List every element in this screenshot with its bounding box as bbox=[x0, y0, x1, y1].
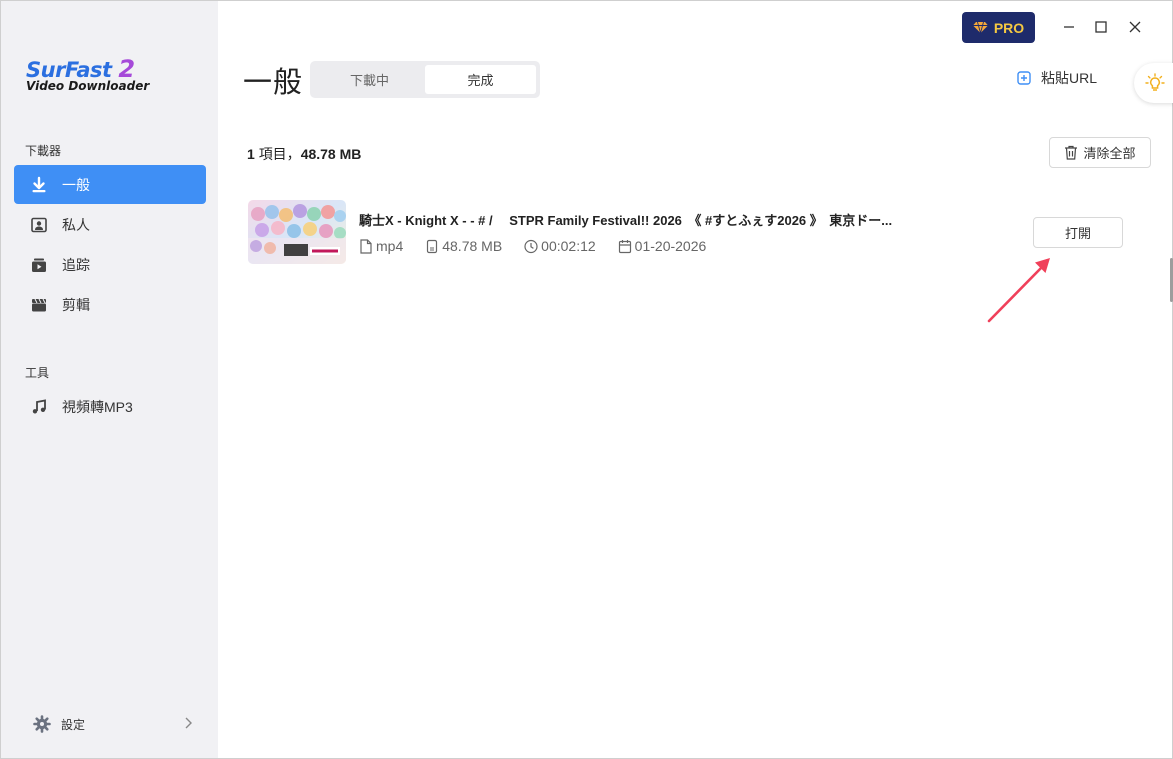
sidebar-item-private[interactable]: 私人 bbox=[14, 205, 206, 244]
video-date: 01-20-2026 bbox=[634, 238, 707, 254]
annotation-arrow-icon bbox=[987, 258, 1050, 323]
sidebar-item-label: 視頻轉MP3 bbox=[62, 398, 133, 415]
sidebar-item-edit[interactable]: 剪輯 bbox=[14, 285, 206, 324]
tips-button[interactable] bbox=[1134, 63, 1173, 103]
sidebar-item-label: 一般 bbox=[62, 176, 90, 193]
maximize-button[interactable] bbox=[1091, 17, 1111, 37]
page-title: 一般 bbox=[243, 65, 304, 99]
tab-completed[interactable]: 完成 bbox=[425, 65, 536, 94]
section-title-downloader: 下載器 bbox=[25, 144, 62, 158]
music-note-icon bbox=[30, 398, 48, 416]
minimize-button[interactable] bbox=[1059, 17, 1079, 37]
download-arrow-icon bbox=[30, 176, 48, 194]
item-total-size: 48.78 MB bbox=[300, 146, 362, 162]
paste-url-label: 粘貼URL bbox=[1041, 70, 1098, 86]
logo-subtitle: Video Downloader bbox=[26, 79, 150, 93]
sidebar-item-general[interactable]: 一般 bbox=[14, 165, 206, 204]
close-button[interactable] bbox=[1125, 17, 1145, 37]
video-size: 48.78 MB bbox=[442, 238, 503, 254]
lightbulb-icon bbox=[1145, 73, 1165, 91]
item-count: 1 項目，48.78 MB bbox=[247, 144, 361, 164]
chevron-right-icon bbox=[185, 717, 192, 729]
private-icon bbox=[30, 216, 48, 234]
item-count-text: 項目， bbox=[258, 146, 301, 162]
sidebar: SurFast 2 Video Downloader 下載器 一般 私人 追踪 bbox=[1, 1, 218, 758]
trash-icon bbox=[1065, 145, 1078, 160]
video-metadata: mp4 48.78 MB 00:02:12 01-20-2026 bbox=[359, 238, 728, 254]
pro-upgrade-button[interactable]: PRO bbox=[962, 12, 1035, 43]
tab-downloading[interactable]: 下載中 bbox=[314, 65, 425, 94]
app-logo: SurFast 2 Video Downloader bbox=[26, 57, 149, 92]
sidebar-item-label: 私人 bbox=[62, 216, 90, 233]
video-duration: 00:02:12 bbox=[541, 238, 596, 254]
pro-label: PRO bbox=[993, 19, 1025, 36]
video-thumbnail bbox=[248, 200, 346, 264]
storage-icon bbox=[427, 239, 438, 253]
clear-all-label: 清除全部 bbox=[1083, 146, 1136, 161]
video-title: 騎士X - Knight X - - # / STPR Family Festi… bbox=[359, 213, 893, 228]
close-icon bbox=[1129, 21, 1141, 33]
clapper-icon bbox=[30, 296, 48, 314]
file-icon bbox=[360, 238, 372, 254]
app-window: SurFast 2 Video Downloader 下載器 一般 私人 追踪 bbox=[0, 0, 1173, 759]
open-file-button[interactable]: 打開 bbox=[1033, 217, 1123, 248]
maximize-icon bbox=[1095, 21, 1107, 33]
minimize-icon bbox=[1064, 26, 1074, 28]
settings-label: 設定 bbox=[61, 717, 86, 732]
gear-icon bbox=[33, 715, 51, 733]
diamond-icon bbox=[972, 21, 988, 34]
clear-all-button[interactable]: 清除全部 bbox=[1049, 137, 1151, 168]
item-count-number: 1 bbox=[247, 146, 255, 162]
plus-box-icon bbox=[1017, 71, 1031, 85]
sidebar-item-label: 追踪 bbox=[62, 256, 90, 273]
clock-icon bbox=[524, 239, 538, 253]
calendar-icon bbox=[618, 239, 631, 253]
section-title-tools: 工具 bbox=[25, 366, 50, 380]
paste-url-button[interactable]: 粘貼URL bbox=[1017, 68, 1097, 88]
track-icon bbox=[30, 256, 48, 274]
sidebar-item-label: 剪輯 bbox=[62, 296, 90, 313]
sidebar-item-track[interactable]: 追踪 bbox=[14, 245, 206, 284]
sidebar-item-video-to-mp3[interactable]: 視頻轉MP3 bbox=[14, 387, 206, 426]
video-format: mp4 bbox=[376, 238, 404, 254]
settings-button[interactable]: 設定 bbox=[33, 713, 193, 735]
download-status-tabs: 下載中 完成 bbox=[310, 61, 540, 98]
